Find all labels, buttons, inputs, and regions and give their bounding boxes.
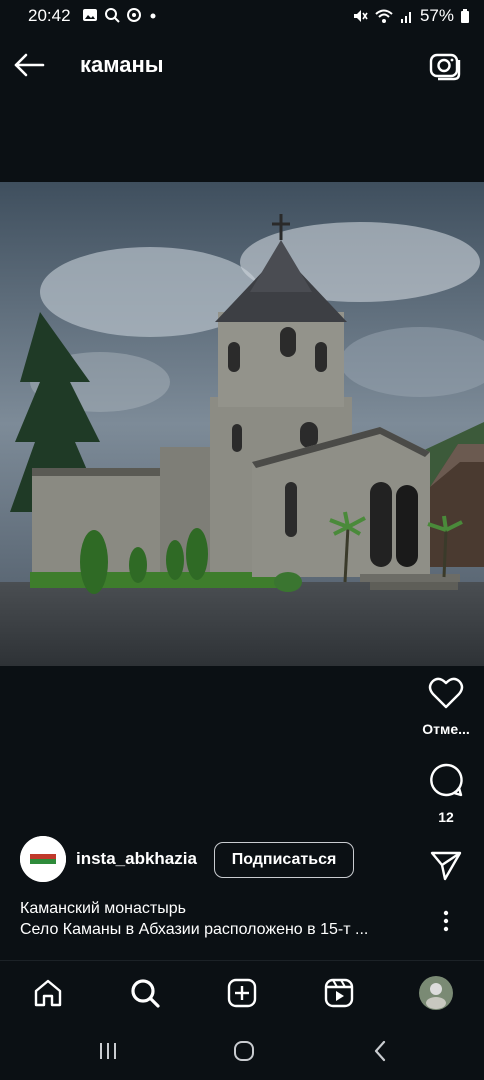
gallery-icon: [83, 9, 97, 21]
back-icon: [374, 1040, 386, 1062]
reels-icon: [324, 978, 354, 1008]
recents-icon: [100, 1043, 116, 1059]
camera-icon: [429, 53, 461, 81]
like-button[interactable]: Отме...: [416, 676, 476, 737]
send-icon: [430, 851, 462, 881]
arrow-left-icon: [14, 53, 45, 77]
system-back-button[interactable]: [360, 1038, 400, 1064]
battery-percent: 57%: [419, 6, 454, 25]
more-vertical-icon: [443, 910, 449, 932]
bottom-nav: [0, 960, 484, 1022]
follow-button[interactable]: Подписаться: [214, 842, 354, 878]
nav-profile[interactable]: [416, 973, 456, 1013]
status-time: 20:42: [28, 6, 71, 25]
sync-icon: [127, 8, 141, 22]
page-title: каманы: [80, 52, 164, 77]
profile-icon: [419, 976, 453, 1010]
create-icon: [227, 978, 257, 1008]
heart-icon: [428, 677, 464, 709]
nav-home[interactable]: [28, 973, 68, 1013]
nav-search[interactable]: [125, 973, 165, 1013]
search-icon: [105, 8, 120, 23]
back-button[interactable]: [12, 50, 48, 80]
account-logo-icon: [20, 836, 66, 882]
status-right-icons: 57%: [352, 6, 470, 26]
dot-icon: [150, 13, 156, 19]
more-options-button[interactable]: [436, 908, 456, 934]
comments-count: 12: [438, 809, 454, 825]
home-circle-icon: [234, 1041, 254, 1061]
header: каманы: [0, 40, 484, 90]
nav-create[interactable]: [222, 973, 262, 1013]
caption-body[interactable]: Село Каманы в Абхазии расположено в 15-т…: [20, 921, 420, 939]
camera-button[interactable]: [428, 48, 462, 82]
status-bar: 20:42 57%: [0, 0, 484, 34]
comment-button[interactable]: 12: [416, 762, 476, 825]
nav-reels[interactable]: [319, 973, 359, 1013]
author-username[interactable]: insta_abkhazia: [76, 849, 197, 869]
caption-title: Каманский монастырь: [20, 900, 186, 917]
wifi-icon: [375, 9, 393, 23]
comment-icon: [430, 763, 463, 797]
post-image[interactable]: [0, 182, 484, 666]
search-icon: [131, 979, 160, 1008]
church-photo: [0, 182, 484, 666]
share-button[interactable]: [416, 848, 476, 887]
status-left-icons: [82, 7, 158, 23]
home-icon: [34, 979, 62, 1007]
system-recents-button[interactable]: [88, 1038, 128, 1064]
mute-icon: [353, 10, 368, 22]
battery-icon: [461, 9, 469, 23]
system-home-button[interactable]: [224, 1038, 264, 1064]
system-nav: [0, 1022, 484, 1080]
author-avatar[interactable]: [20, 836, 66, 882]
signal-icon: [400, 12, 411, 23]
like-label: Отме...: [422, 721, 470, 737]
